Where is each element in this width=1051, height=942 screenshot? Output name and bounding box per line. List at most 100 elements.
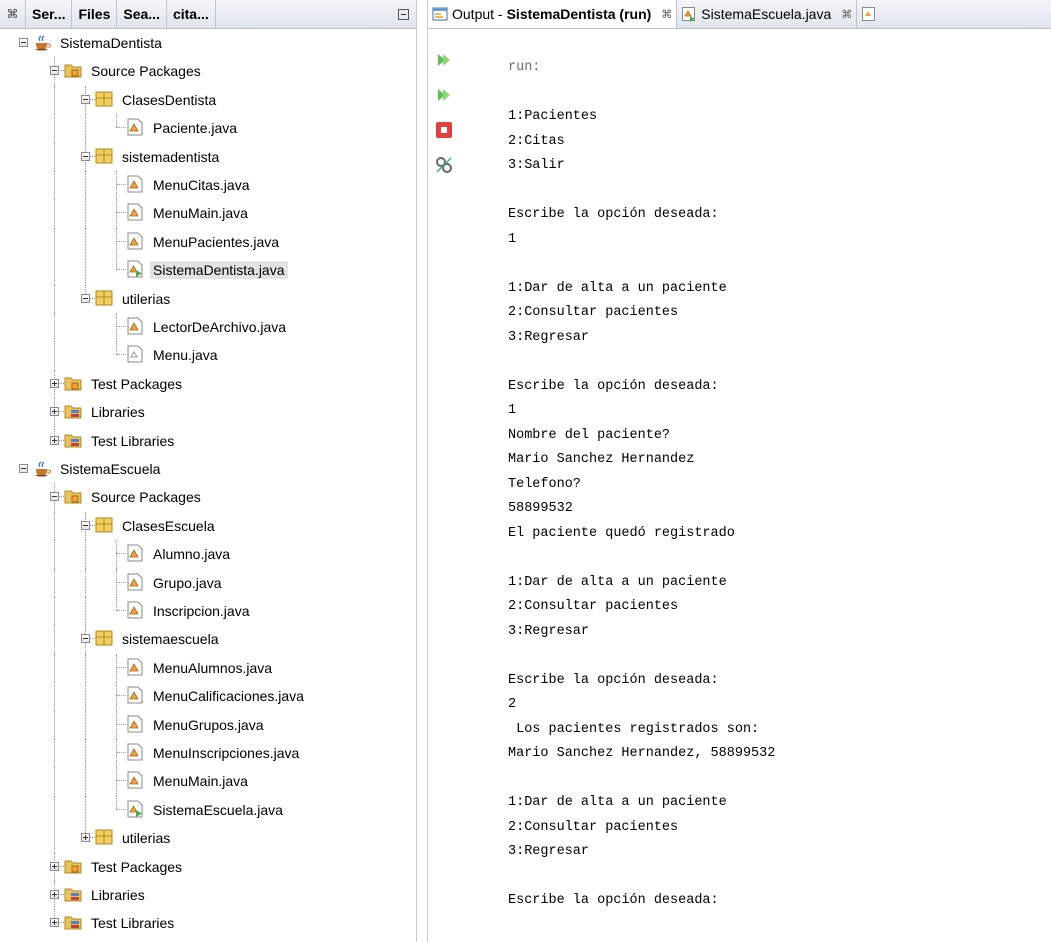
minimize-icon (397, 8, 409, 20)
collapse-icon[interactable] (50, 492, 59, 502)
tree-row[interactable]: MenuMain.java (0, 199, 416, 228)
tree-row[interactable]: Libraries (0, 398, 416, 427)
tree-row[interactable]: Paciente.java (0, 114, 416, 143)
tree-label: utilerias (122, 830, 171, 847)
console-output[interactable]: run: 1:Pacientes 2:Citas 3:Salir Escribe la … (508, 56, 1051, 914)
console-line: 3:Regresar (508, 329, 590, 345)
package-icon (95, 147, 113, 165)
java-class-icon (126, 658, 144, 676)
tree-row[interactable]: MenuAlumnos.java (0, 653, 416, 683)
tab-output[interactable]: Output - SistemaDentista (run) ⌘ (428, 0, 678, 28)
collapse-icon[interactable] (50, 66, 59, 76)
rerun-icon[interactable] (435, 51, 453, 69)
collapse-icon[interactable] (81, 293, 90, 303)
tree-row[interactable]: MenuCalificaciones.java (0, 682, 416, 711)
expand-icon[interactable] (50, 890, 59, 899)
collapse-icon[interactable] (81, 94, 90, 104)
expand-icon[interactable] (81, 833, 90, 843)
expand-icon[interactable] (50, 918, 59, 928)
tree-row[interactable]: SistemaEscuela (0, 455, 416, 483)
tree-row[interactable]: ClasesDentista (0, 85, 416, 115)
tree-row[interactable]: utilerias (0, 824, 416, 853)
expand-icon[interactable] (50, 378, 59, 388)
tree-row[interactable]: Test Libraries (0, 426, 416, 455)
package-icon (95, 90, 113, 108)
java-class-icon (126, 203, 144, 221)
output-tab-title: SistemaDentista (run) (506, 6, 652, 22)
expand-icon[interactable] (50, 861, 59, 871)
tree-row[interactable]: Libraries (0, 881, 416, 910)
java-class-icon (126, 771, 144, 789)
expand-icon[interactable] (50, 435, 59, 445)
close-tab-icon[interactable]: ⌘ (661, 8, 672, 21)
tree-row[interactable]: Grupo.java (0, 568, 416, 597)
tree-row[interactable]: Menu.java (0, 341, 416, 370)
tree-row[interactable]: MenuMain.java (0, 767, 416, 796)
java-class-icon (126, 118, 144, 136)
java-file-icon (682, 7, 696, 22)
console-line: run: (508, 60, 541, 75)
console-line: 3:Regresar (508, 623, 590, 639)
collapse-icon[interactable] (19, 464, 28, 473)
tree-row[interactable]: Test Packages (0, 369, 416, 399)
tab-services[interactable]: Ser... (26, 0, 73, 28)
tree-label: Menu.java (153, 347, 218, 364)
tree-label: MenuCitas.java (153, 177, 250, 193)
tree-label: SistemaDentista (60, 35, 162, 51)
tree-row[interactable]: Source Packages (0, 483, 416, 512)
tree-label: Test Libraries (91, 432, 175, 449)
java-class-icon (126, 601, 144, 619)
tree-row[interactable]: Test Libraries (0, 909, 416, 937)
console-line: 2:Consultar pacientes (508, 599, 679, 614)
panel-close-icon[interactable]: ⌘ (0, 0, 26, 28)
tree-row[interactable]: Test Packages (0, 852, 416, 881)
expand-icon[interactable] (50, 407, 59, 417)
tree-row[interactable]: Inscripcion.java (0, 597, 416, 626)
tree-row[interactable]: sistemaescuela (0, 625, 416, 654)
tree-label: MenuGrupos.java (153, 716, 264, 733)
tree-row[interactable]: Alumno.java (0, 540, 416, 569)
tree-row[interactable]: SistemaDentista (0, 29, 416, 57)
tree-row[interactable]: Source Packages (0, 57, 416, 86)
console-line: Nombre del paciente? (508, 427, 671, 443)
console-line: Los pacientes registrados son: (508, 721, 760, 737)
tab-label: Sea... (123, 6, 160, 22)
console-line: 2 (508, 697, 517, 712)
tree-row[interactable]: MenuGrupos.java (0, 710, 416, 739)
tree-row[interactable]: MenuInscripciones.java (0, 739, 416, 768)
output-tab-bar: Output - SistemaDentista (run) ⌘ Sistema… (428, 0, 1051, 29)
tab-label: Files (78, 6, 111, 22)
tab-overflow[interactable] (857, 0, 883, 28)
collapse-icon[interactable] (81, 151, 90, 161)
collapse-icon[interactable] (81, 520, 90, 530)
tab-citas[interactable]: cita... (167, 0, 216, 28)
collapse-icon[interactable] (19, 38, 28, 47)
minimize-panel-button[interactable] (390, 0, 416, 28)
tree-label: sistemadentista (122, 148, 220, 165)
tab-label: cita... (172, 6, 209, 22)
console-line: El paciente quedó registrado (508, 525, 735, 541)
stop-icon[interactable] (435, 121, 453, 139)
collapse-icon[interactable] (81, 634, 90, 644)
rerun-with-options-icon[interactable] (435, 86, 453, 104)
tree-row[interactable]: SistemaEscuela.java (0, 795, 416, 825)
console-line: 1:Dar de alta a un paciente (508, 280, 727, 296)
tree-row[interactable]: ClasesEscuela (0, 511, 416, 541)
settings-icon[interactable] (435, 156, 453, 174)
tree-row[interactable]: MenuCitas.java (0, 171, 416, 200)
tree-row[interactable]: SistemaDentista.java (0, 256, 416, 285)
tree-row[interactable]: sistemadentista (0, 142, 416, 171)
tree-row[interactable]: LectorDeArchivo.java (0, 313, 416, 342)
console-line: 58899532 (508, 501, 573, 516)
tab-search[interactable]: Sea... (117, 0, 167, 28)
tree-label: Source Packages (91, 63, 201, 80)
tree-label: MenuCalificaciones.java (153, 688, 304, 705)
tree-label: MenuInscripciones.java (153, 745, 300, 761)
tab-sistemaescuela-java[interactable]: SistemaEscuela.java ⌘ (677, 0, 858, 28)
tab-files[interactable]: Files (72, 0, 118, 28)
java-main-class-icon (126, 260, 144, 278)
tree-row[interactable]: MenuPacientes.java (0, 227, 416, 257)
tree-row[interactable]: utilerias (0, 284, 416, 313)
close-tab-icon[interactable]: ⌘ (841, 8, 852, 21)
